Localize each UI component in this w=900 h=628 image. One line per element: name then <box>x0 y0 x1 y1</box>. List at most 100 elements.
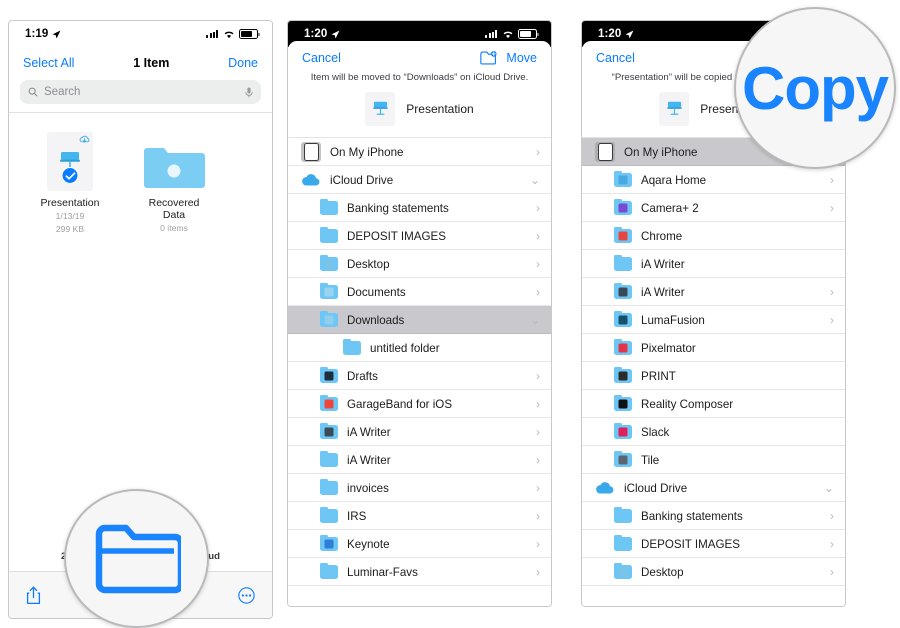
sheet-nav-bar: Cancel Move <box>288 41 551 69</box>
destination-row[interactable]: iA Writer › <box>288 418 551 446</box>
folder-app-glyph <box>324 539 334 549</box>
chevron-icon: › <box>536 397 540 411</box>
folder-icon <box>614 254 632 271</box>
done-button[interactable]: Done <box>228 56 258 70</box>
destination-row[interactable]: Luminar-Favs › <box>288 558 551 586</box>
destination-row[interactable]: iCloud Drive ⌄ <box>582 474 845 502</box>
magnifier-callout-folder <box>64 489 209 628</box>
cancel-button[interactable]: Cancel <box>596 51 635 65</box>
folder-app-glyph <box>618 343 628 353</box>
status-time: 1:20 <box>598 28 622 40</box>
folder-slack-icon <box>614 422 632 439</box>
chevron-icon: › <box>830 509 834 523</box>
chevron-icon: › <box>536 481 540 495</box>
destination-row[interactable]: Drafts › <box>288 362 551 390</box>
chevron-icon: › <box>830 565 834 579</box>
destination-row[interactable]: On My iPhone › <box>288 138 551 166</box>
search-icon <box>28 87 38 97</box>
destination-row[interactable]: iA Writer <box>582 250 845 278</box>
folder-lumafusion-icon <box>614 310 632 327</box>
destination-row[interactable]: PRINT <box>582 362 845 390</box>
search-input[interactable]: Search <box>20 80 261 104</box>
cancel-button[interactable]: Cancel <box>302 51 341 65</box>
file-grid: Presentation 1/13/19 299 KB Recovered Da… <box>9 113 272 235</box>
chevron-icon: › <box>830 313 834 327</box>
icloud-download-icon <box>79 135 90 143</box>
destination-label: Desktop <box>347 257 390 271</box>
microphone-icon[interactable] <box>245 87 253 98</box>
destination-row[interactable]: untitled folder <box>288 334 551 362</box>
row-divider <box>582 585 845 586</box>
folder-icon <box>320 450 338 467</box>
destination-label: DEPOSIT IMAGES <box>347 229 446 243</box>
folder-desktop-icon <box>320 254 338 271</box>
share-icon[interactable] <box>26 586 41 605</box>
panel1-title: 1 Item <box>133 56 170 70</box>
phone-panel-move-sheet: 1:20 Cancel Move Item will be moved to “… <box>287 20 552 607</box>
sheet-subtitle: Item will be moved to “Downloads” on iCl… <box>310 72 529 83</box>
destination-list-panel2[interactable]: On My iPhone › iCloud Drive ⌄ Banking statem… <box>288 137 551 586</box>
select-all-button[interactable]: Select All <box>23 56 74 70</box>
destination-row[interactable]: iCloud Drive ⌄ <box>288 166 551 194</box>
destination-row[interactable]: Reality Composer <box>582 390 845 418</box>
destination-row[interactable]: Tile <box>582 446 845 474</box>
destination-row[interactable]: DEPOSIT IMAGES › <box>582 530 845 558</box>
move-sheet: Cancel Move Item will be moved to “Downl… <box>288 41 551 606</box>
chevron-icon: › <box>536 565 540 579</box>
chevron-icon: › <box>536 453 540 467</box>
chevron-icon: ⌄ <box>529 173 540 187</box>
destination-row[interactable]: Desktop › <box>288 250 551 278</box>
selected-item-name: Presentation <box>406 102 474 116</box>
destination-row[interactable]: Pixelmator <box>582 334 845 362</box>
file-thumbnail <box>33 129 107 191</box>
file-item[interactable]: Presentation 1/13/19 299 KB <box>33 129 107 235</box>
folder-iawriter-icon <box>320 422 338 439</box>
folder-desktop-icon <box>614 562 632 579</box>
destination-label: iCloud Drive <box>330 173 394 187</box>
destination-list-panel3[interactable]: On My iPhone⌄Aqara Home›Camera+ 2›Chrome… <box>582 137 845 586</box>
destination-row[interactable]: Desktop › <box>582 558 845 586</box>
destination-row[interactable]: LumaFusion › <box>582 306 845 334</box>
more-ellipsis-icon[interactable] <box>238 586 255 604</box>
destination-row[interactable]: IRS › <box>288 502 551 530</box>
destination-row[interactable]: Camera+ 2 › <box>582 194 845 222</box>
folder-icon <box>320 198 338 215</box>
destination-row[interactable]: Documents › <box>288 278 551 306</box>
folder-iawriter-icon <box>614 282 632 299</box>
iphone-icon <box>301 142 321 162</box>
chevron-icon: › <box>830 537 834 551</box>
folder-icon <box>144 148 205 188</box>
folder-icon <box>343 338 361 355</box>
chevron-icon: › <box>536 229 540 243</box>
location-arrow-icon <box>52 30 61 38</box>
file-size: 299 KB <box>55 224 85 234</box>
status-bar-panel1: 1:19 <box>9 21 272 47</box>
folder-app-glyph <box>324 315 334 325</box>
destination-row[interactable]: DEPOSIT IMAGES › <box>288 222 551 250</box>
wifi-icon <box>224 31 233 38</box>
folder-app-glyph <box>324 399 334 409</box>
destination-row[interactable]: Aqara Home › <box>582 166 845 194</box>
move-button[interactable]: Move <box>506 51 537 65</box>
folder-app-glyph <box>324 287 334 297</box>
folder-app-glyph <box>324 371 334 381</box>
destination-row[interactable]: iA Writer › <box>288 446 551 474</box>
chevron-icon: › <box>830 201 834 215</box>
file-item[interactable]: Recovered Data 0 items <box>137 129 211 235</box>
destination-row[interactable]: Banking statements › <box>582 502 845 530</box>
destination-row[interactable]: Downloads ⌄ <box>288 306 551 334</box>
status-time: 1:20 <box>304 28 328 40</box>
destination-label: Slack <box>641 425 670 439</box>
folder-tile-icon <box>614 450 632 467</box>
new-folder-icon[interactable] <box>480 51 497 65</box>
status-time: 1:19 <box>25 28 49 40</box>
cellular-signal-icon <box>206 30 218 38</box>
destination-row[interactable]: Slack <box>582 418 845 446</box>
destination-row[interactable]: iA Writer › <box>582 278 845 306</box>
destination-row[interactable]: Keynote › <box>288 530 551 558</box>
destination-row[interactable]: Chrome <box>582 222 845 250</box>
destination-row[interactable]: GarageBand for iOS › <box>288 390 551 418</box>
destination-row[interactable]: Banking statements › <box>288 194 551 222</box>
magnifier-callout-copy: Copy <box>734 7 896 169</box>
destination-row[interactable]: invoices › <box>288 474 551 502</box>
